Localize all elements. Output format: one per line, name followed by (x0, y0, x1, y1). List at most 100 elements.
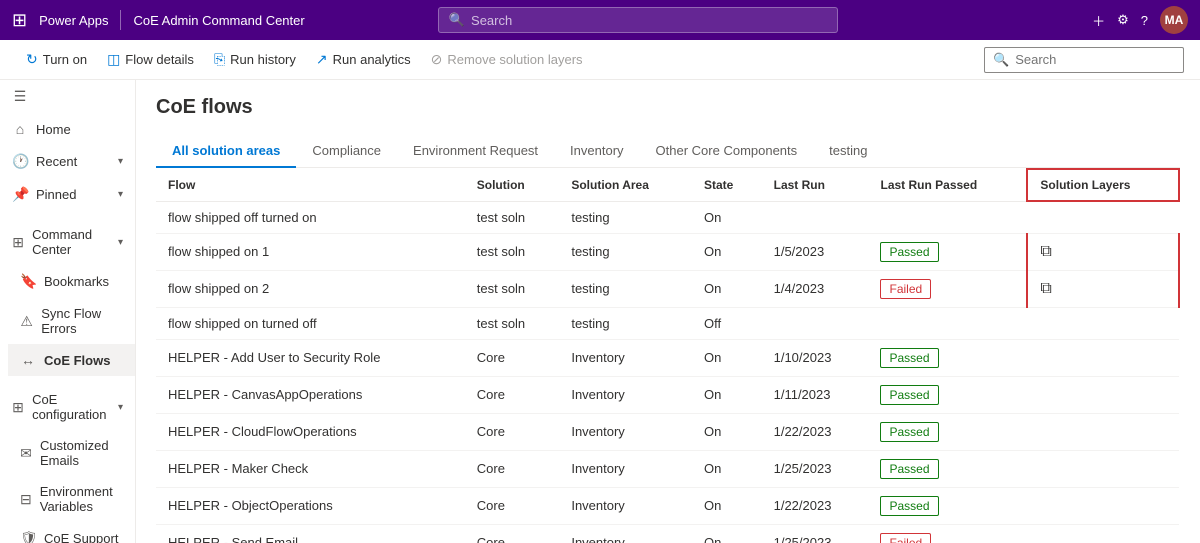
run-history-button[interactable]: ⎘ Run history (204, 45, 306, 74)
sidebar-item-env-vars[interactable]: ⊟ Environment Variables (8, 476, 135, 522)
tab-environment-request[interactable]: Environment Request (397, 135, 554, 168)
env-icon: ⊟ (20, 491, 32, 508)
hamburger-icon: ☰ (12, 88, 28, 105)
sidebar-env-label: Environment Variables (40, 484, 123, 514)
table-row: HELPER - Add User to Security Role Core … (156, 339, 1179, 376)
cell-state: On (692, 450, 762, 487)
cell-solution: test soln (465, 201, 560, 233)
cell-last-run: 1/10/2023 (762, 339, 869, 376)
sync-icon: ⚠ (20, 313, 33, 330)
cell-last-run: 1/11/2023 (762, 376, 869, 413)
cell-state: Off (692, 307, 762, 339)
cell-last-run: 1/4/2023 (762, 270, 869, 307)
support-icon: 🛡 (20, 530, 36, 543)
tab-other-core[interactable]: Other Core Components (640, 135, 814, 168)
add-icon[interactable]: ＋ (1092, 11, 1105, 30)
layers-icon[interactable]: ⧉ (1040, 280, 1051, 297)
tab-testing[interactable]: testing (813, 135, 883, 168)
status-badge: Passed (880, 242, 938, 262)
waffle-icon[interactable]: ⊞ (12, 10, 27, 31)
status-badge: Passed (880, 459, 938, 479)
sidebar-coe-flows-label: CoE Flows (44, 353, 110, 368)
remove-solution-label: Remove solution layers (447, 52, 582, 67)
cell-solution: Core (465, 524, 560, 543)
avatar[interactable]: MA (1160, 6, 1188, 34)
sidebar-item-pinned[interactable]: 📌 Pinned ▾ (0, 178, 135, 211)
sidebar-item-home[interactable]: ⌂ Home (0, 113, 135, 145)
page-title: CoE flows (156, 96, 1180, 119)
cell-solution: Core (465, 450, 560, 487)
table-search[interactable]: 🔍 (984, 47, 1184, 73)
cell-layers (1027, 524, 1179, 543)
tab-all-solution-areas[interactable]: All solution areas (156, 135, 296, 168)
cell-passed: Passed (868, 450, 1027, 487)
global-search[interactable]: 🔍 (438, 7, 838, 33)
sidebar-item-recent[interactable]: 🕐 Recent ▾ (0, 145, 135, 178)
cell-passed: Passed (868, 233, 1027, 270)
cell-passed: Failed (868, 270, 1027, 307)
layers-icon[interactable]: ⧉ (1040, 243, 1051, 260)
table-row: HELPER - Send Email Core Inventory On 1/… (156, 524, 1179, 543)
tab-inventory[interactable]: Inventory (554, 135, 639, 168)
run-analytics-label: Run analytics (333, 52, 411, 67)
cell-flow: HELPER - Maker Check (156, 450, 465, 487)
help-icon[interactable]: ? (1141, 13, 1148, 28)
run-history-icon: ⎘ (214, 51, 225, 68)
table-row: flow shipped on 1 test soln testing On 1… (156, 233, 1179, 270)
col-state: State (692, 169, 762, 201)
table-search-input[interactable] (1015, 52, 1175, 67)
search-input[interactable] (471, 13, 827, 28)
cell-layers: ⧉ (1027, 270, 1179, 307)
run-analytics-icon: ↗ (316, 51, 328, 68)
cell-flow: flow shipped on 1 (156, 233, 465, 270)
cell-solution: Core (465, 339, 560, 376)
cell-state: On (692, 413, 762, 450)
sidebar-item-command-center[interactable]: ⊞ Command Center ▾ (0, 219, 135, 265)
command-center-icon: ⊞ (12, 234, 24, 251)
cell-layers (1027, 450, 1179, 487)
cell-state: On (692, 270, 762, 307)
table-row: flow shipped on turned off test soln tes… (156, 307, 1179, 339)
top-bar: ⊞ Power Apps CoE Admin Command Center 🔍 … (0, 0, 1200, 40)
cell-passed: Failed (868, 524, 1027, 543)
cell-last-run: 1/25/2023 (762, 450, 869, 487)
main-content: CoE flows All solution areas Compliance … (136, 80, 1200, 543)
cell-flow: HELPER - CloudFlowOperations (156, 413, 465, 450)
cell-last-run (762, 201, 869, 233)
turn-on-button[interactable]: ↻ Turn on (16, 45, 97, 74)
cell-flow: flow shipped off turned on (156, 201, 465, 233)
cell-flow: flow shipped on turned off (156, 307, 465, 339)
bookmarks-icon: 🔖 (20, 273, 36, 290)
status-badge: Passed (880, 496, 938, 516)
sidebar-item-coe-config[interactable]: ⊞ CoE configuration ▾ (0, 384, 135, 430)
recent-chevron: ▾ (118, 156, 123, 167)
turn-on-label: Turn on (43, 52, 87, 67)
cell-area: Inventory (559, 376, 692, 413)
flow-details-button[interactable]: ◫ Flow details (97, 45, 204, 74)
sidebar-item-coe-flows[interactable]: ↔ CoE Flows (8, 344, 135, 376)
sidebar-pinned-label: Pinned (36, 187, 76, 202)
cell-last-run: 1/22/2023 (762, 487, 869, 524)
sidebar-item-bookmarks[interactable]: 🔖 Bookmarks (8, 265, 135, 298)
sidebar-item-coe-support[interactable]: 🛡 CoE Support (8, 522, 135, 543)
sidebar: ☰ ⌂ Home 🕐 Recent ▾ 📌 Pinned ▾ ⊞ Command… (0, 80, 136, 543)
table-row: HELPER - CloudFlowOperations Core Invent… (156, 413, 1179, 450)
turn-on-icon: ↻ (26, 51, 38, 68)
cell-area: Inventory (559, 450, 692, 487)
sidebar-toggle-collapse[interactable]: ☰ (0, 80, 135, 113)
sidebar-item-customized-emails[interactable]: ✉ Customized Emails (8, 430, 135, 476)
settings-icon[interactable]: ⚙ (1117, 12, 1129, 28)
tab-compliance[interactable]: Compliance (296, 135, 397, 168)
remove-solution-button[interactable]: ⊘ Remove solution layers (421, 45, 593, 74)
run-analytics-button[interactable]: ↗ Run analytics (306, 45, 421, 74)
cell-last-run: 1/5/2023 (762, 233, 869, 270)
sidebar-sync-label: Sync Flow Errors (41, 306, 123, 336)
cell-area: testing (559, 201, 692, 233)
cell-state: On (692, 233, 762, 270)
pinned-chevron: ▾ (118, 189, 123, 200)
status-badge: Passed (880, 348, 938, 368)
cell-state: On (692, 339, 762, 376)
sidebar-item-sync-flow-errors[interactable]: ⚠ Sync Flow Errors (8, 298, 135, 344)
cell-layers (1027, 413, 1179, 450)
cell-area: testing (559, 307, 692, 339)
